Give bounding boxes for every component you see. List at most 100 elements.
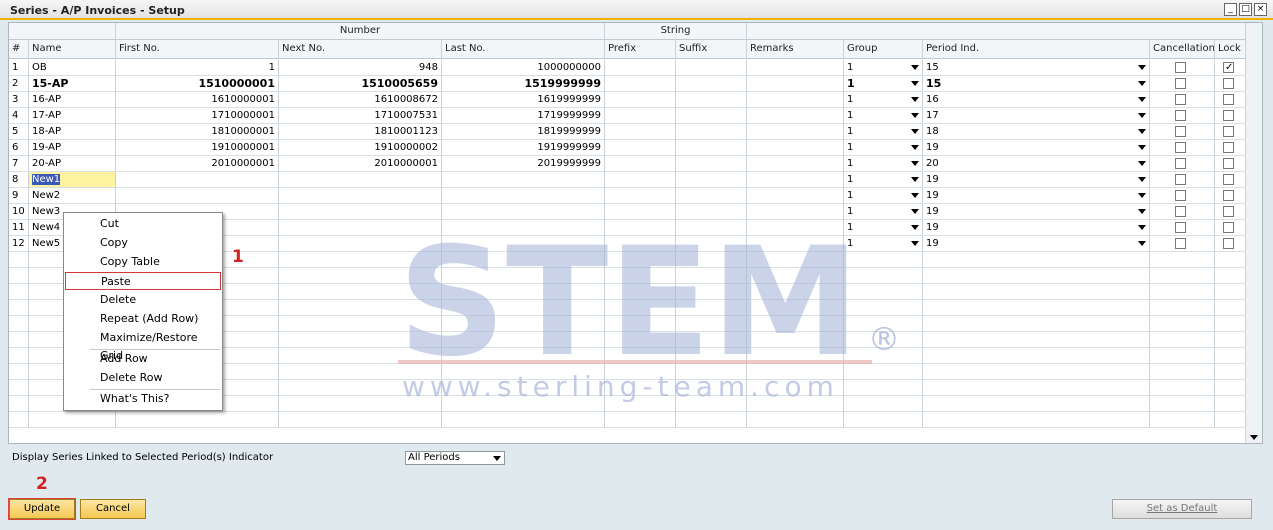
cell-next-no[interactable] <box>279 220 442 236</box>
lock-checkbox[interactable] <box>1223 174 1234 185</box>
cell-next-no[interactable]: 948 <box>279 60 442 76</box>
cell-group[interactable]: 1 <box>844 156 923 172</box>
cell-last-no[interactable]: 2019999999 <box>442 156 605 172</box>
scroll-down-icon[interactable] <box>1250 435 1258 440</box>
lock-checkbox[interactable] <box>1223 60 1234 75</box>
cell-period-ind[interactable]: 19 <box>923 172 1150 188</box>
chevron-down-icon[interactable] <box>911 65 919 70</box>
cell-first-no[interactable]: 1 <box>116 60 279 76</box>
cell-prefix[interactable] <box>605 76 676 92</box>
cell-remarks[interactable] <box>747 204 844 220</box>
cell-last-no[interactable] <box>442 236 605 252</box>
cell-lock[interactable] <box>1215 92 1246 108</box>
cancellation-checkbox[interactable] <box>1175 158 1186 169</box>
cell-suffix[interactable] <box>676 220 747 236</box>
cell-group[interactable]: 1 <box>844 236 923 252</box>
cell-name[interactable]: 19-AP <box>29 140 116 156</box>
cell-group[interactable]: 1 <box>844 92 923 108</box>
cell-remarks[interactable] <box>747 60 844 76</box>
lock-checkbox[interactable] <box>1223 158 1234 169</box>
cell-name[interactable]: New1 <box>29 172 116 188</box>
cell-cancellation[interactable] <box>1150 156 1215 172</box>
cell-last-no[interactable] <box>442 204 605 220</box>
cell-prefix[interactable] <box>605 236 676 252</box>
column-header-suffix[interactable]: Suffix <box>676 40 747 59</box>
cell-lock[interactable] <box>1215 156 1246 172</box>
cell-remarks[interactable] <box>747 236 844 252</box>
cancellation-checkbox[interactable] <box>1175 94 1186 105</box>
maximize-button[interactable]: □ <box>1239 3 1252 16</box>
chevron-down-icon[interactable] <box>911 177 919 182</box>
cell-name[interactable]: 17-AP <box>29 108 116 124</box>
vertical-scrollbar[interactable] <box>1245 23 1262 443</box>
column-header-lock[interactable]: Lock <box>1215 40 1246 59</box>
cell-first-no[interactable]: 1910000001 <box>116 140 279 156</box>
menu-item-maximize-restore-grid[interactable]: Maximize/Restore Grid <box>65 329 221 362</box>
cell-next-no[interactable] <box>279 236 442 252</box>
cell-group[interactable]: 1 <box>844 108 923 124</box>
cell-first-no[interactable]: 2010000001 <box>116 156 279 172</box>
chevron-down-icon[interactable] <box>1138 129 1146 134</box>
menu-item-whats-this[interactable]: What's This? <box>65 390 221 408</box>
cell-next-no[interactable] <box>279 188 442 204</box>
cell-suffix[interactable] <box>676 124 747 140</box>
cell-suffix[interactable] <box>676 140 747 156</box>
column-header-row-number[interactable]: # <box>9 40 29 59</box>
column-header-period-ind[interactable]: Period Ind. <box>923 40 1150 59</box>
chevron-down-icon[interactable] <box>1138 145 1146 150</box>
cell-group[interactable]: 1 <box>844 188 923 204</box>
cell-remarks[interactable] <box>747 108 844 124</box>
menu-item-paste[interactable]: Paste <box>65 272 221 290</box>
lock-checkbox[interactable] <box>1223 190 1234 201</box>
cell-last-no[interactable] <box>442 220 605 236</box>
cell-first-no[interactable] <box>116 188 279 204</box>
cell-lock[interactable] <box>1215 60 1246 76</box>
menu-item-copy-table[interactable]: Copy Table <box>65 253 221 271</box>
cell-prefix[interactable] <box>605 140 676 156</box>
menu-item-copy[interactable]: Copy <box>65 234 221 252</box>
lock-checkbox[interactable] <box>1223 206 1234 217</box>
cell-prefix[interactable] <box>605 220 676 236</box>
cell-period-ind[interactable]: 16 <box>923 92 1150 108</box>
menu-item-repeat-add-row[interactable]: Repeat (Add Row) <box>65 310 221 328</box>
cell-prefix[interactable] <box>605 124 676 140</box>
cancellation-checkbox[interactable] <box>1175 238 1186 249</box>
cell-group[interactable]: 1 <box>844 172 923 188</box>
cell-lock[interactable] <box>1215 108 1246 124</box>
cell-group[interactable]: 1 <box>844 60 923 76</box>
chevron-down-icon[interactable] <box>1138 177 1146 182</box>
cell-period-ind[interactable]: 17 <box>923 108 1150 124</box>
cell-suffix[interactable] <box>676 60 747 76</box>
cell-cancellation[interactable] <box>1150 140 1215 156</box>
cell-period-ind[interactable]: 19 <box>923 140 1150 156</box>
cell-name[interactable]: 18-AP <box>29 124 116 140</box>
chevron-down-icon[interactable] <box>911 81 919 86</box>
chevron-down-icon[interactable] <box>911 113 919 118</box>
chevron-down-icon[interactable] <box>911 161 919 166</box>
cell-name[interactable]: 16-AP <box>29 92 116 108</box>
chevron-down-icon[interactable] <box>1138 113 1146 118</box>
cell-lock[interactable] <box>1215 204 1246 220</box>
cell-suffix[interactable] <box>676 92 747 108</box>
cell-lock[interactable] <box>1215 236 1246 252</box>
cell-remarks[interactable] <box>747 140 844 156</box>
cell-period-ind[interactable]: 19 <box>923 188 1150 204</box>
chevron-down-icon[interactable] <box>1138 193 1146 198</box>
cell-remarks[interactable] <box>747 156 844 172</box>
cell-group[interactable]: 1 <box>844 220 923 236</box>
cell-lock[interactable] <box>1215 76 1246 92</box>
cell-prefix[interactable] <box>605 60 676 76</box>
cell-period-ind[interactable]: 15 <box>923 76 1150 92</box>
cell-last-no[interactable]: 1619999999 <box>442 92 605 108</box>
menu-item-delete[interactable]: Delete <box>65 291 221 309</box>
cancellation-checkbox[interactable] <box>1175 126 1186 137</box>
cell-prefix[interactable] <box>605 172 676 188</box>
close-button[interactable]: × <box>1254 3 1267 16</box>
menu-item-add-row[interactable]: Add Row <box>65 350 221 368</box>
cell-lock[interactable] <box>1215 124 1246 140</box>
cell-name[interactable]: 15-AP <box>29 76 116 92</box>
cell-last-no[interactable]: 1000000000 <box>442 60 605 76</box>
set-as-default-button[interactable]: Set as Default <box>1112 499 1252 519</box>
cancellation-checkbox[interactable] <box>1175 206 1186 217</box>
column-header-group[interactable]: Group <box>844 40 923 59</box>
